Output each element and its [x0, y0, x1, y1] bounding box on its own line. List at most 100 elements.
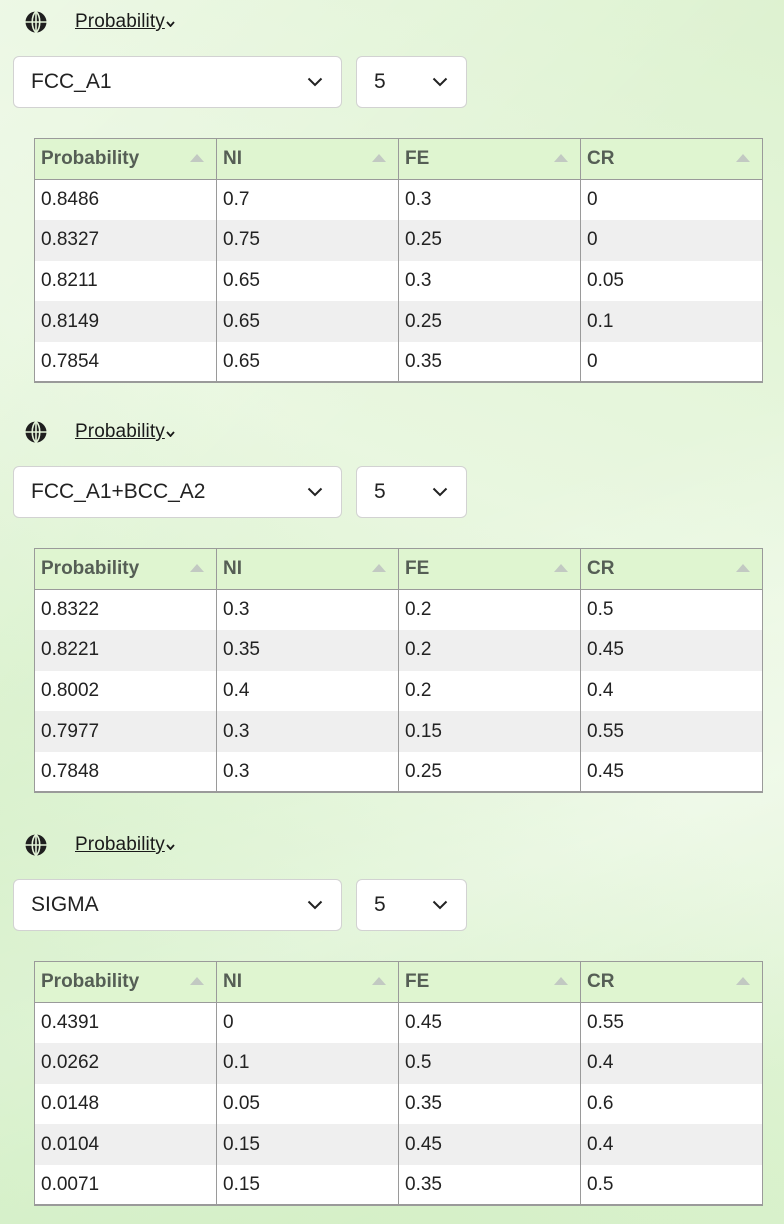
cell-ni: 0.7 — [216, 179, 399, 221]
column-header-cr[interactable]: CR — [580, 961, 763, 1003]
cell-cr: 0.5 — [580, 1164, 763, 1207]
cell-probability: 0.8322 — [34, 589, 217, 631]
chevron-down-icon — [432, 77, 448, 87]
sort-by-dropdown[interactable]: Probability — [75, 421, 175, 443]
table-row[interactable]: 0.0104 0.15 0.45 0.4 — [34, 1124, 763, 1165]
phase-select[interactable]: SIGMA — [13, 879, 342, 931]
cell-probability: 0.0148 — [34, 1083, 217, 1125]
table-row[interactable]: 0.0148 0.05 0.35 0.6 — [34, 1083, 763, 1125]
chevron-down-icon — [432, 900, 448, 910]
sort-ascending-icon — [736, 154, 750, 162]
cell-fe: 0.3 — [398, 179, 581, 221]
sort-by-dropdown[interactable]: Probability — [75, 11, 175, 33]
table-row[interactable]: 0.8322 0.3 0.2 0.5 — [34, 589, 763, 631]
cell-cr: 0.05 — [580, 260, 763, 302]
cell-ni: 0.4 — [216, 670, 399, 712]
cell-probability: 0.8211 — [34, 260, 217, 302]
sort-ascending-icon — [736, 564, 750, 572]
phase-select[interactable]: FCC_A1 — [13, 56, 342, 108]
results-table: Probability NI FE CR 0.8322 0.3 0.2 0.5 0.8… — [34, 548, 763, 794]
table-row[interactable]: 0.8221 0.35 0.2 0.45 — [34, 630, 763, 671]
table-row[interactable]: 0.8486 0.7 0.3 0 — [34, 179, 763, 221]
cell-probability: 0.8486 — [34, 179, 217, 221]
cell-probability: 0.8327 — [34, 220, 217, 261]
cell-ni: 0.65 — [216, 341, 399, 384]
cell-ni: 0.3 — [216, 589, 399, 631]
sort-ascending-icon — [554, 564, 568, 572]
column-header-ni[interactable]: NI — [216, 548, 399, 590]
caret-down-icon — [166, 431, 175, 437]
cell-cr: 0.4 — [580, 670, 763, 712]
cell-cr: 0.6 — [580, 1083, 763, 1125]
cell-probability: 0.0262 — [34, 1043, 217, 1084]
sort-ascending-icon — [372, 977, 386, 985]
sort-by-label: Probability — [75, 11, 165, 32]
column-header-ni[interactable]: NI — [216, 138, 399, 180]
sort-ascending-icon — [372, 154, 386, 162]
panel-header: Probability — [24, 831, 175, 859]
cell-cr: 0.45 — [580, 751, 763, 794]
caret-down-icon — [166, 21, 175, 27]
result-count-select[interactable]: 5 — [356, 466, 467, 518]
globe-icon[interactable] — [24, 420, 48, 444]
phase-select-value: FCC_A1 — [31, 70, 112, 93]
sort-by-dropdown[interactable]: Probability — [75, 834, 175, 856]
cell-fe: 0.3 — [398, 260, 581, 302]
table-row[interactable]: 0.0071 0.15 0.35 0.5 — [34, 1164, 763, 1207]
cell-cr: 0.55 — [580, 1002, 763, 1044]
chevron-down-icon — [432, 487, 448, 497]
cell-fe: 0.35 — [398, 1083, 581, 1125]
table-row[interactable]: 0.4391 0 0.45 0.55 — [34, 1002, 763, 1044]
cell-probability: 0.0071 — [34, 1164, 217, 1207]
globe-icon[interactable] — [24, 10, 48, 34]
cell-fe: 0.25 — [398, 301, 581, 342]
cell-ni: 0.15 — [216, 1124, 399, 1165]
cell-cr: 0.1 — [580, 301, 763, 342]
table-row[interactable]: 0.8211 0.65 0.3 0.05 — [34, 260, 763, 302]
column-header-fe[interactable]: FE — [398, 961, 581, 1003]
table-row[interactable]: 0.8149 0.65 0.25 0.1 — [34, 301, 763, 342]
table-row[interactable]: 0.7854 0.65 0.35 0 — [34, 341, 763, 384]
globe-icon[interactable] — [24, 833, 48, 857]
sort-ascending-icon — [372, 564, 386, 572]
phase-select-value: FCC_A1+BCC_A2 — [31, 480, 206, 503]
result-count-select[interactable]: 5 — [356, 879, 467, 931]
chevron-down-icon — [307, 77, 323, 87]
cell-probability: 0.8002 — [34, 670, 217, 712]
table-row[interactable]: 0.0262 0.1 0.5 0.4 — [34, 1043, 763, 1084]
column-header-fe[interactable]: FE — [398, 548, 581, 590]
column-header-probability[interactable]: Probability — [34, 961, 217, 1003]
table-header-row: Probability NI FE CR — [34, 961, 763, 1003]
cell-fe: 0.35 — [398, 341, 581, 384]
column-header-cr[interactable]: CR — [580, 138, 763, 180]
cell-probability: 0.8221 — [34, 630, 217, 671]
sort-ascending-icon — [736, 977, 750, 985]
cell-ni: 0.15 — [216, 1164, 399, 1207]
table-row[interactable]: 0.7848 0.3 0.25 0.45 — [34, 751, 763, 794]
result-count-select[interactable]: 5 — [356, 56, 467, 108]
cell-probability: 0.7977 — [34, 711, 217, 752]
results-table: Probability NI FE CR 0.8486 0.7 0.3 0 0.832… — [34, 138, 763, 384]
column-header-probability[interactable]: Probability — [34, 548, 217, 590]
column-header-ni[interactable]: NI — [216, 961, 399, 1003]
cell-fe: 0.25 — [398, 220, 581, 261]
cell-fe: 0.25 — [398, 751, 581, 794]
table-row[interactable]: 0.8002 0.4 0.2 0.4 — [34, 670, 763, 712]
table-header-row: Probability NI FE CR — [34, 138, 763, 180]
cell-probability: 0.8149 — [34, 301, 217, 342]
cell-cr: 0.45 — [580, 630, 763, 671]
phase-select[interactable]: FCC_A1+BCC_A2 — [13, 466, 342, 518]
cell-ni: 0.3 — [216, 711, 399, 752]
column-header-fe[interactable]: FE — [398, 138, 581, 180]
cell-ni: 0.65 — [216, 260, 399, 302]
column-header-cr[interactable]: CR — [580, 548, 763, 590]
sort-ascending-icon — [554, 977, 568, 985]
cell-fe: 0.45 — [398, 1124, 581, 1165]
phase-panel-3: Probability SIGMA 5 Probability NI FE CR… — [0, 823, 784, 1223]
table-row[interactable]: 0.8327 0.75 0.25 0 — [34, 220, 763, 261]
table-row[interactable]: 0.7977 0.3 0.15 0.55 — [34, 711, 763, 752]
cell-ni: 0.3 — [216, 751, 399, 794]
column-header-probability[interactable]: Probability — [34, 138, 217, 180]
cell-probability: 0.7848 — [34, 751, 217, 794]
cell-fe: 0.2 — [398, 630, 581, 671]
